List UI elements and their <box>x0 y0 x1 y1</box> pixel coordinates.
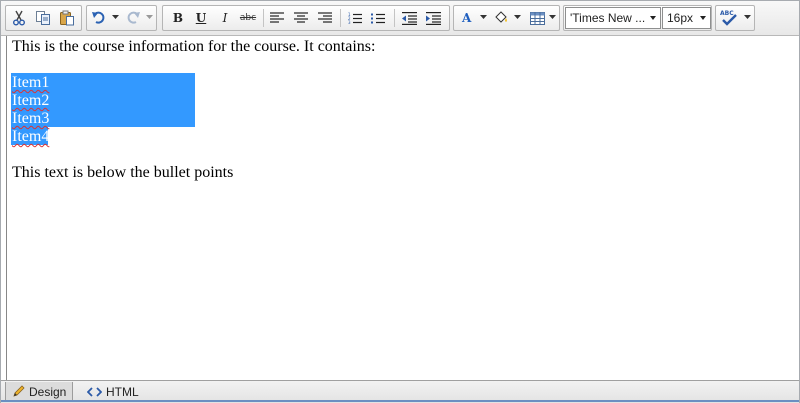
redo-button[interactable] <box>123 8 143 28</box>
font-color-button[interactable]: A <box>457 8 477 28</box>
clipboard-group <box>5 5 82 31</box>
chevron-down-icon <box>700 16 706 20</box>
strikethrough-icon: abc <box>239 13 257 23</box>
indent-button[interactable] <box>423 8 443 28</box>
list-item: Item3 <box>12 110 50 127</box>
svg-text:3: 3 <box>348 20 351 25</box>
list-item: Item2 <box>12 92 50 109</box>
highlight-dropdown-icon[interactable] <box>514 14 521 20</box>
paste-button[interactable] <box>57 8 77 28</box>
font-name-select[interactable]: 'Times New ... <box>565 7 661 29</box>
code-icon <box>87 387 102 397</box>
editor-toolbar: B U I abc 123 A 'Times New ... 16px ABC <box>1 1 799 36</box>
cut-button[interactable] <box>9 8 29 28</box>
paste-icon <box>60 10 74 26</box>
bottom-border <box>1 400 799 402</box>
bold-button[interactable]: B <box>168 8 188 28</box>
separator <box>263 9 264 27</box>
insert-group: A <box>453 5 560 31</box>
spellcheck-dropdown-icon[interactable] <box>744 14 751 20</box>
spellcheck-group: ABC <box>715 5 755 31</box>
spellcheck-button[interactable]: ABC <box>719 7 739 27</box>
italic-button[interactable]: I <box>215 8 235 28</box>
editor-content[interactable]: This is the course information for the c… <box>6 36 800 380</box>
font-color-dropdown-icon[interactable] <box>480 14 487 20</box>
intro-paragraph: This is the course information for the c… <box>12 38 376 55</box>
align-right-icon <box>318 12 332 23</box>
tab-html-label: HTML <box>106 385 139 399</box>
table-dropdown-icon[interactable] <box>549 14 556 20</box>
rich-text-editor: B U I abc 123 A 'Times New ... 16px ABC … <box>0 0 800 403</box>
insert-table-button[interactable] <box>527 8 547 28</box>
align-left-button[interactable] <box>267 8 287 28</box>
paint-bucket-icon <box>495 11 507 23</box>
italic-icon: I <box>222 11 228 25</box>
numbered-list-icon: 123 <box>348 12 362 25</box>
numbered-list-button[interactable]: 123 <box>345 8 365 28</box>
undo-dropdown-icon[interactable] <box>112 14 119 20</box>
font-color-icon: A <box>461 11 472 25</box>
spellcheck-icon: ABC <box>720 10 737 26</box>
history-group <box>86 5 157 31</box>
bullet-list-button[interactable] <box>368 8 388 28</box>
svg-text:A: A <box>461 11 472 25</box>
tab-design-label: Design <box>29 384 67 399</box>
redo-icon <box>127 11 140 24</box>
list-item: Item4 <box>12 128 50 145</box>
undo-icon <box>92 11 105 24</box>
align-left-icon <box>270 12 284 23</box>
redo-dropdown-icon[interactable] <box>146 14 153 20</box>
tab-design[interactable]: Design <box>5 382 74 402</box>
svg-text:ABC: ABC <box>720 10 734 17</box>
bullet-list-icon <box>371 13 385 23</box>
font-size-value: 16px <box>667 11 694 25</box>
bold-icon: B <box>172 11 184 25</box>
copy-icon <box>36 11 50 25</box>
underline-button[interactable]: U <box>191 8 211 28</box>
font-name-value: 'Times New ... <box>570 11 646 25</box>
align-center-icon <box>294 12 308 23</box>
cut-icon <box>13 10 25 26</box>
undo-button[interactable] <box>89 8 109 28</box>
below-paragraph: This text is below the bullet points <box>12 164 234 181</box>
indent-icon <box>425 11 441 25</box>
separator <box>340 9 341 27</box>
copy-button[interactable] <box>33 8 53 28</box>
outdent-button[interactable] <box>399 8 419 28</box>
chevron-down-icon <box>650 16 656 20</box>
table-icon <box>529 11 545 25</box>
formatting-group: B U I abc 123 <box>162 5 450 31</box>
align-right-button[interactable] <box>315 8 335 28</box>
tab-html[interactable]: HTML <box>81 382 145 402</box>
underline-icon: U <box>195 11 207 25</box>
strikethrough-button[interactable]: abc <box>238 8 258 28</box>
pencil-icon <box>13 385 25 397</box>
highlight-color-button[interactable] <box>491 8 511 28</box>
separator <box>394 9 395 27</box>
outdent-icon <box>401 11 417 25</box>
list-item: Item1 <box>12 74 50 91</box>
align-center-button[interactable] <box>291 8 311 28</box>
font-size-select[interactable]: 16px <box>662 7 711 29</box>
